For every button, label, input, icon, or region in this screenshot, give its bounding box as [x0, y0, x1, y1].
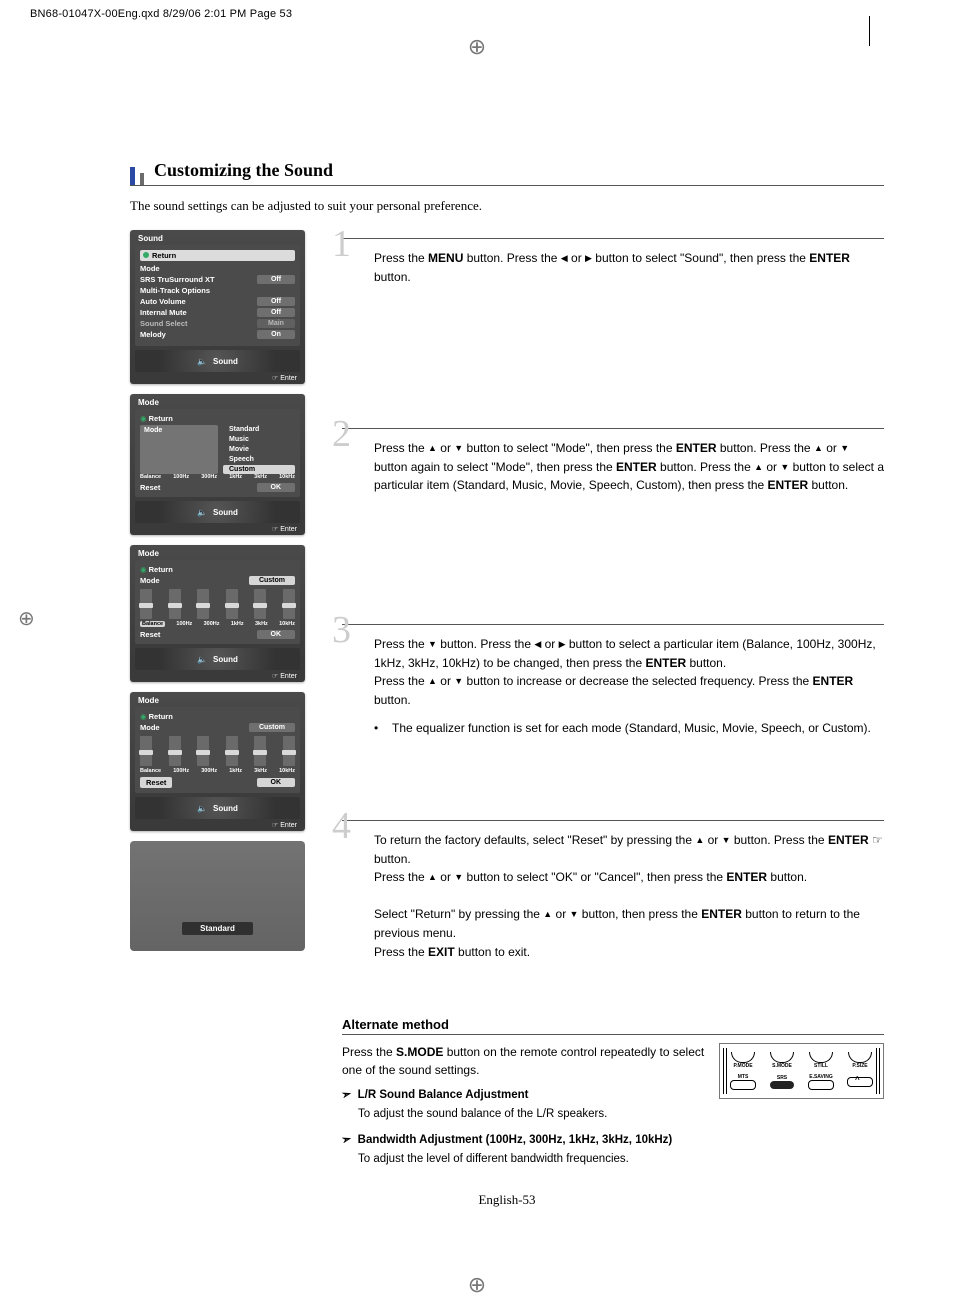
alternate-text: Press the S.MODE button on the remote co…: [342, 1043, 705, 1176]
up-arrow-icon: ▲: [695, 834, 704, 848]
remote-bottom-row: MTS SRS E.SAVING ^: [728, 1071, 875, 1093]
osd-sound-menu: Sound Return Mode SRS TruSurround XTOff …: [130, 230, 305, 384]
osd-footer: 🔈Sound: [135, 648, 300, 670]
down-arrow-icon: ▼: [428, 638, 437, 652]
pointer-icon: ➣: [340, 1086, 354, 1105]
speaker-icon: 🔈: [197, 357, 207, 366]
step-number: 4: [332, 804, 351, 848]
section-title: Customizing the Sound: [154, 160, 333, 185]
title-accent-grey: [140, 173, 144, 185]
right-arrow-icon: ▶: [585, 252, 592, 266]
step-text: Press the MENU button. Press the ◀ or ▶ …: [374, 249, 884, 286]
remote-top-row: P.MODE S.MODE STILL P.SIZE: [728, 1049, 875, 1071]
osd-mode-options: Standard Music Movie Speech Custom: [223, 425, 295, 474]
osd-row-autovol: Auto VolumeOff: [140, 297, 295, 306]
osd-footer: 🔈Sound: [135, 501, 300, 523]
step-3: 3 Press the ▼ button. Press the ◀ or ▶ b…: [342, 616, 884, 812]
remote-diagram: P.MODE S.MODE STILL P.SIZE MTS SRS E.SAV…: [719, 1043, 884, 1099]
up-arrow-icon: ▲: [428, 442, 437, 456]
osd-reset-row: ResetOK: [140, 777, 295, 788]
osd-row-mode: ModeCustom: [140, 576, 295, 585]
left-arrow-icon: ◀: [561, 252, 568, 266]
osd-row-melody: MelodyOn: [140, 330, 295, 339]
osd-title: Mode: [130, 692, 305, 707]
crop-mark: [869, 16, 884, 46]
osd-enter-hint: Enter: [130, 372, 305, 382]
step-2: 2 Press the ▲ or ▼ button to select "Mod…: [342, 420, 884, 616]
step-bullet: •The equalizer function is set for each …: [374, 719, 884, 738]
osd-row-mode: ModeCustom: [140, 723, 295, 732]
down-arrow-icon: ▼: [454, 871, 463, 885]
registration-mark-top: ⊕: [468, 34, 486, 60]
osd-title: Mode: [130, 545, 305, 560]
down-arrow-icon: ▼: [840, 442, 849, 456]
osd-row-soundselect: Sound SelectMain: [140, 319, 295, 328]
osd-title: Mode: [130, 394, 305, 409]
right-column: 1 Press the MENU button. Press the ◀ or …: [342, 230, 884, 1176]
osd-mode-list: Mode ◉ Return Mode Standard Music Movie …: [130, 394, 305, 535]
left-column: Sound Return Mode SRS TruSurround XTOff …: [130, 230, 314, 951]
down-arrow-icon: ▼: [722, 834, 731, 848]
step-text: Press the ▲ or ▼ button to select "Mode"…: [374, 439, 884, 495]
up-arrow-icon: ▲: [543, 908, 552, 922]
down-arrow-icon: ▼: [454, 442, 463, 456]
up-arrow-icon: ▲: [754, 461, 763, 475]
speaker-icon: 🔈: [197, 655, 207, 664]
osd-eq-labels: Balance100Hz300Hz1kHz3kHz10kHz: [140, 474, 295, 480]
osd-row-srs: SRS TruSurround XTOff: [140, 275, 295, 284]
down-arrow-icon: ▼: [780, 461, 789, 475]
up-arrow-icon: ▲: [814, 442, 823, 456]
enter-glyph-icon: ☞: [872, 833, 883, 847]
osd-row-mute: Internal MuteOff: [140, 308, 295, 317]
page-number: English-53: [130, 1192, 884, 1208]
osd-footer: 🔈Sound: [135, 350, 300, 372]
osd-standard-label: Standard: [182, 922, 253, 935]
registration-mark-left: ⊕: [18, 606, 35, 631]
print-header: BN68-01047X-00Eng.qxd 8/29/06 2:01 PM Pa…: [30, 8, 292, 20]
osd-reset-row: ResetOK: [140, 630, 295, 639]
step-number: 1: [332, 222, 351, 266]
step-number: 2: [332, 412, 351, 456]
speaker-icon: 🔈: [197, 508, 207, 517]
step-text: Press the ▼ button. Press the ◀ or ▶ but…: [374, 635, 884, 738]
osd-title: Sound: [130, 230, 305, 245]
osd-enter-hint: Enter: [130, 670, 305, 680]
step-4: 4 To return the factory defaults, select…: [342, 812, 884, 1008]
pointer-icon: ➣: [340, 1131, 354, 1150]
osd-return-row: ◉ Return: [140, 565, 295, 574]
up-arrow-icon: ▲: [428, 871, 437, 885]
osd-reset-row: ResetOK: [140, 483, 295, 492]
alternate-method-section: Alternate method Press the S.MODE button…: [342, 1016, 884, 1176]
speaker-icon: 🔈: [197, 804, 207, 813]
step-1: 1 Press the MENU button. Press the ◀ or …: [342, 230, 884, 420]
step-number: 3: [332, 608, 351, 652]
osd-eq-sliders: [140, 589, 295, 619]
osd-mode-reset: Mode ◉ Return ModeCustom Balance100Hz300…: [130, 692, 305, 831]
osd-standard-screen: Standard: [130, 841, 305, 951]
osd-mode-eq: Mode ◉ Return ModeCustom Balance100Hz300…: [130, 545, 305, 682]
down-arrow-icon: ▼: [454, 675, 463, 689]
right-arrow-icon: ▶: [559, 638, 566, 652]
step-text: To return the factory defaults, select "…: [374, 831, 884, 961]
osd-eq-sliders: [140, 736, 295, 766]
osd-eq-labels: Balance100Hz300Hz1kHz3kHz10kHz: [140, 621, 295, 627]
osd-eq-labels: Balance100Hz300Hz1kHz3kHz10kHz: [140, 768, 295, 774]
registration-mark-bottom: ⊕: [468, 1272, 486, 1298]
manual-page: BN68-01047X-00Eng.qxd 8/29/06 2:01 PM Pa…: [0, 0, 954, 1306]
intro-text: The sound settings can be adjusted to su…: [130, 198, 884, 214]
osd-enter-hint: Enter: [130, 523, 305, 533]
up-arrow-icon: ▲: [428, 675, 437, 689]
osd-mode-label: Mode: [140, 425, 218, 474]
osd-return-row: ◉ Return: [140, 414, 295, 423]
osd-footer: 🔈Sound: [135, 797, 300, 819]
osd-return-row: Return: [140, 250, 295, 261]
alternate-title: Alternate method: [342, 1017, 884, 1035]
osd-row-multitrack: Multi-Track Options: [140, 286, 295, 295]
title-accent-blue: [130, 167, 135, 185]
osd-row-mode: Mode: [140, 264, 295, 273]
section-title-row: Customizing the Sound: [130, 160, 884, 186]
osd-enter-hint: Enter: [130, 819, 305, 829]
osd-return-row: ◉ Return: [140, 712, 295, 721]
